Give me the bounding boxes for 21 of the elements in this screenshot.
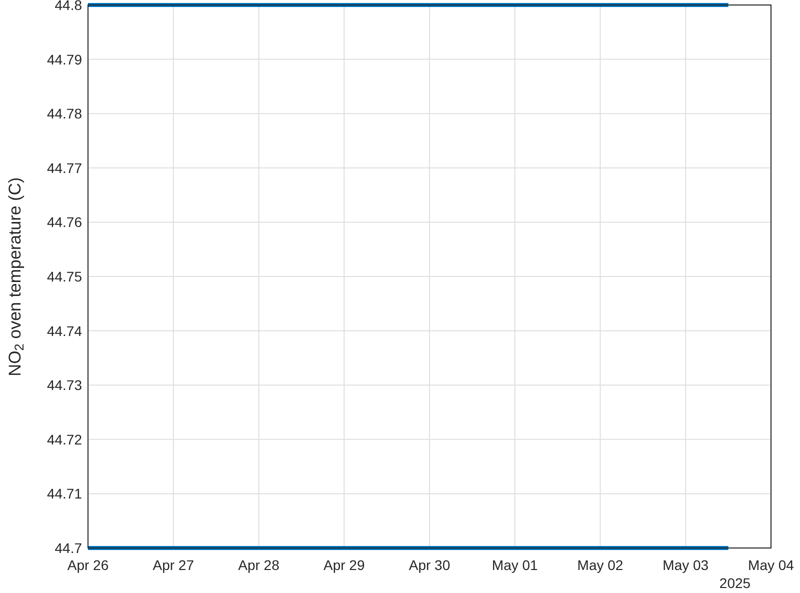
x-tick-label: Apr 26	[67, 557, 109, 573]
y-tick-label: 44.77	[46, 160, 82, 176]
x-tick-label: Apr 28	[238, 557, 280, 573]
x-tick-label: May 04	[748, 557, 794, 573]
x-tick-label: Apr 27	[152, 557, 194, 573]
y-tick-label: 44.79	[46, 51, 82, 68]
y-tick-label: 44.7	[54, 540, 82, 556]
y-tick-label: 44.73	[46, 377, 82, 394]
y-tick-label: 44.71	[46, 486, 82, 502]
x-tick-label: May 01	[492, 557, 538, 573]
y-tick-label: 44.74	[46, 322, 82, 339]
y-tick-label: 44.72	[46, 431, 82, 448]
y-tick-label: 44.8	[54, 0, 82, 13]
year-label: 2025	[719, 575, 751, 591]
x-tick-label: Apr 30	[408, 557, 450, 573]
y-tick-label: 44.78	[46, 106, 82, 122]
x-tick-label: May 03	[662, 557, 709, 573]
x-tick-label: May 02	[577, 557, 624, 573]
y-tick-label: 44.76	[46, 214, 82, 230]
y-tick-label: 44.75	[46, 268, 82, 284]
x-tick-label: Apr 29	[324, 557, 365, 573]
